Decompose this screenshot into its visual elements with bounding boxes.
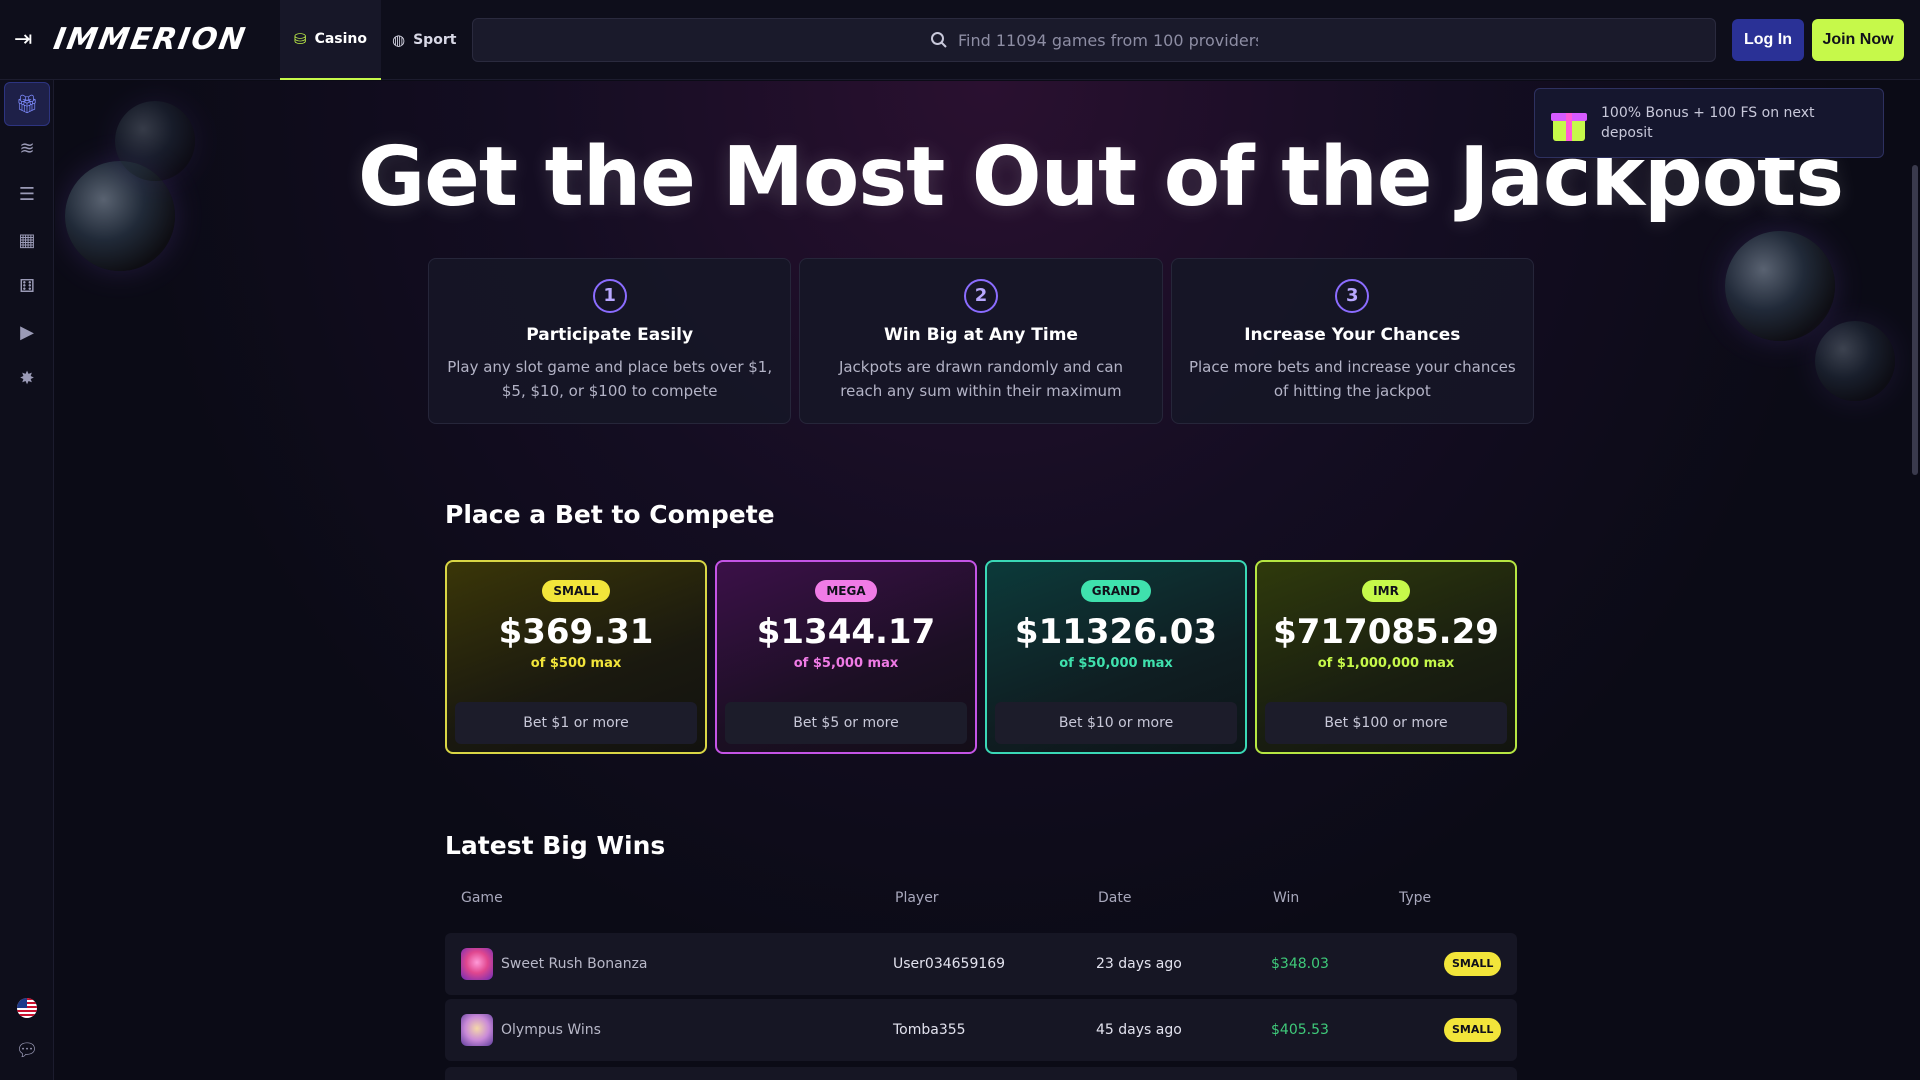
- jackpot-amount: $1344.17: [756, 612, 936, 652]
- column-header-type: Type: [1399, 890, 1432, 906]
- sidebar-item-categories[interactable]: ▦: [4, 218, 50, 262]
- tab-sport[interactable]: ◍ Sport: [392, 0, 462, 80]
- player-name: Tomba355: [893, 1022, 966, 1038]
- step-card: 2 Win Big at Any Time Jackpots are drawn…: [799, 258, 1163, 424]
- chat-icon: 💬︎: [15, 1039, 39, 1061]
- compete-section-title: Place a Bet to Compete: [445, 500, 775, 529]
- promo-text: 100% Bonus + 100 FS on next deposit: [1601, 105, 1815, 141]
- jackpot-amount: $369.31: [498, 612, 654, 652]
- step-number: 3: [1335, 279, 1370, 313]
- scrollbar[interactable]: [1912, 165, 1918, 475]
- column-header-win: Win: [1273, 890, 1300, 906]
- burst-icon: ✸: [19, 367, 35, 389]
- step-number: 2: [963, 279, 998, 313]
- search-list-icon: ☰: [18, 183, 36, 205]
- search-icon: [931, 32, 947, 48]
- jackpot-max: of $1,000,000 max: [1317, 656, 1455, 671]
- player-name: User034659169: [893, 956, 1006, 972]
- step-title: Win Big at Any Time: [884, 325, 1078, 345]
- step-text: Jackpots are drawn randomly and can reac…: [838, 358, 1124, 400]
- jackpot-amount: $11326.03: [1014, 612, 1218, 652]
- game-name[interactable]: Olympus Wins: [501, 999, 601, 1061]
- ball-icon: ◍: [392, 31, 406, 49]
- jackpot-bet-button[interactable]: Bet $10 or more: [995, 702, 1237, 744]
- game-thumbnail: [461, 948, 493, 980]
- jackpot-card-grand[interactable]: GRAND $11326.03 of $50,000 max Bet $10 o…: [985, 560, 1247, 754]
- win-amount: $405.53: [1271, 1022, 1329, 1038]
- casino-chips-icon: ⛁: [293, 30, 307, 48]
- sidebar-item-live[interactable]: ▶: [4, 310, 50, 354]
- win-amount: $348.03: [1271, 956, 1329, 972]
- grid-icon: ▦: [18, 229, 36, 251]
- search-bar[interactable]: [472, 18, 1716, 62]
- search-input[interactable]: [958, 30, 1258, 50]
- top-bar: ⇥ IMMERION ⛁ Casino ◍ Sport Log In Join …: [0, 0, 1920, 80]
- gift-icon: 🎁︎: [15, 93, 39, 115]
- table-row[interactable]: Sweet Rush Bonanza User034659169 23 days…: [445, 933, 1517, 995]
- jackpot-badge: GRAND: [1080, 580, 1152, 602]
- jackpot-card-small[interactable]: SMALL $369.31 of $500 max Bet $1 or more: [445, 560, 707, 754]
- table-row[interactable]: [445, 1067, 1517, 1080]
- sidebar-item-table-games[interactable]: ⚅: [4, 264, 50, 308]
- column-header-player: Player: [895, 890, 939, 906]
- wins-table-header: Game Player Date Win Type: [445, 890, 1517, 914]
- step-text: Play any slot game and place bets over $…: [447, 358, 773, 400]
- coins-stack-icon: ≋: [19, 137, 35, 159]
- jackpot-card-mega[interactable]: MEGA $1344.17 of $5,000 max Bet $5 or mo…: [715, 560, 977, 754]
- tab-sport-label: Sport: [413, 32, 457, 48]
- jackpot-badge: IMR: [1362, 580, 1410, 602]
- how-it-works: 1 Participate Easily Play any slot game …: [428, 258, 1534, 424]
- jackpot-max: of $5,000 max: [793, 656, 899, 671]
- step-title: Increase Your Chances: [1244, 325, 1461, 345]
- game-name[interactable]: Sweet Rush Bonanza: [501, 933, 648, 995]
- sidebar-toggle-icon[interactable]: ⇥: [14, 28, 40, 52]
- play-icon: ▶: [20, 321, 34, 343]
- jackpot-max: of $50,000 max: [1059, 656, 1173, 671]
- game-thumbnail: [461, 1014, 493, 1046]
- step-text: Place more bets and increase your chance…: [1188, 358, 1516, 400]
- jackpot-badge: SMALL: [542, 580, 610, 602]
- table-row[interactable]: Olympus Wins Tomba355 45 days ago $405.5…: [445, 999, 1517, 1061]
- tab-casino[interactable]: ⛁ Casino: [280, 0, 381, 80]
- win-date: 45 days ago: [1096, 1022, 1182, 1038]
- promo-banner[interactable]: 100% Bonus + 100 FS on next deposit: [1534, 88, 1884, 158]
- language-selector[interactable]: [4, 986, 50, 1030]
- jackpot-cards: SMALL $369.31 of $500 max Bet $1 or more…: [445, 560, 1517, 754]
- logo[interactable]: IMMERION: [51, 22, 249, 57]
- join-now-button[interactable]: Join Now: [1812, 19, 1904, 61]
- jackpot-amount: $717085.29: [1273, 612, 1499, 652]
- jackpot-max: of $500 max: [530, 656, 622, 671]
- page-title: Get the Most Out of the Jackpots: [358, 130, 1844, 225]
- us-flag-icon: [17, 998, 37, 1018]
- win-date: 23 days ago: [1096, 956, 1182, 972]
- chat-button[interactable]: 💬︎: [4, 1028, 50, 1072]
- column-header-date: Date: [1098, 890, 1132, 906]
- tab-casino-label: Casino: [314, 31, 368, 47]
- decorative-coin: [115, 101, 195, 181]
- win-type-badge: SMALL: [1444, 952, 1502, 976]
- step-card: 1 Participate Easily Play any slot game …: [428, 258, 792, 424]
- decorative-coin: [1815, 321, 1895, 401]
- decorative-coin: [1725, 231, 1835, 341]
- sidebar-item-specials[interactable]: ✸: [4, 356, 50, 400]
- sidebar-item-search[interactable]: ☰: [4, 172, 50, 216]
- login-button[interactable]: Log In: [1732, 19, 1804, 61]
- step-card: 3 Increase Your Chances Place more bets …: [1170, 258, 1534, 424]
- win-type-badge: SMALL: [1444, 1018, 1502, 1042]
- jackpot-card-imr[interactable]: IMR $717085.29 of $1,000,000 max Bet $10…: [1255, 560, 1517, 754]
- column-header-game: Game: [461, 890, 503, 906]
- step-title: Participate Easily: [526, 325, 694, 345]
- sidebar-item-promotions[interactable]: 🎁︎: [4, 82, 50, 126]
- sidebar: 🎁︎ ≋ ☰ ▦ ⚅ ▶ ✸ 💬︎: [0, 80, 54, 1080]
- jackpot-bet-button[interactable]: Bet $5 or more: [725, 702, 967, 744]
- dice-icon: ⚅: [19, 275, 35, 297]
- gift-box-icon: [1549, 103, 1589, 143]
- step-number: 1: [592, 279, 627, 313]
- jackpot-badge: MEGA: [815, 580, 877, 602]
- sidebar-item-jackpots[interactable]: ≋: [4, 126, 50, 170]
- jackpot-bet-button[interactable]: Bet $1 or more: [455, 702, 697, 744]
- latest-wins-title: Latest Big Wins: [445, 831, 666, 860]
- jackpot-bet-button[interactable]: Bet $100 or more: [1265, 702, 1507, 744]
